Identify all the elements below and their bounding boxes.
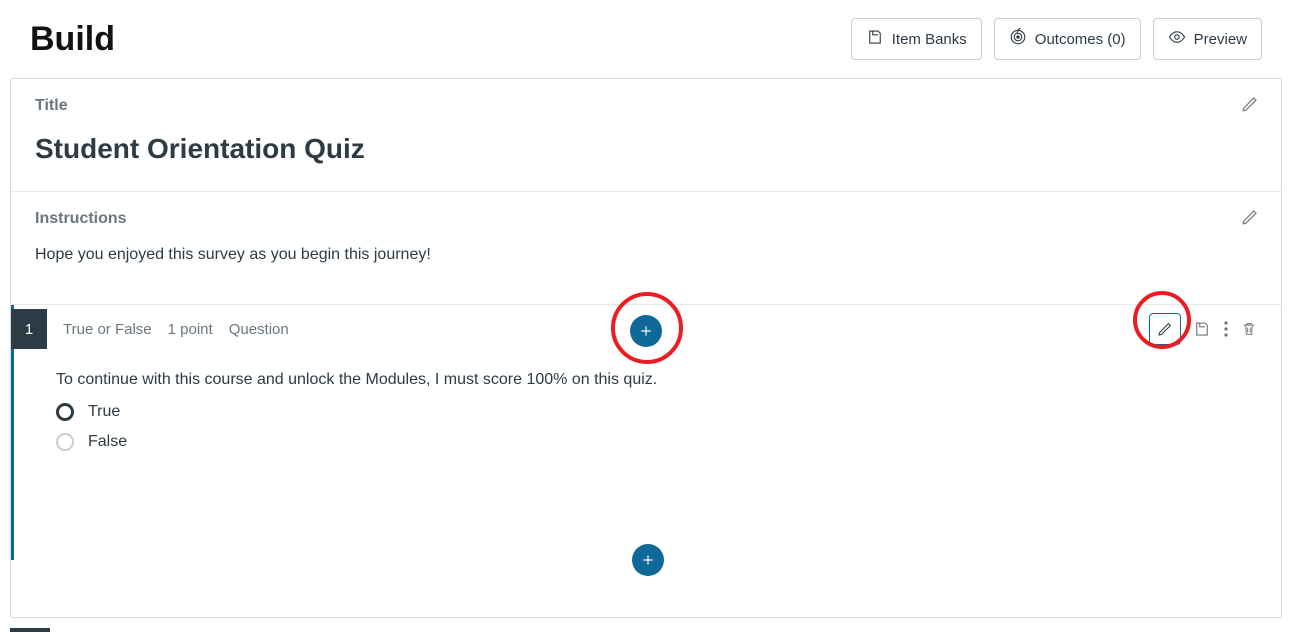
instructions-label: Instructions (35, 210, 1257, 228)
question-prompt: To continue with this course and unlock … (56, 371, 1257, 389)
add-content-button-top[interactable] (630, 315, 662, 347)
question-kind-label: Question (229, 321, 289, 338)
choice-false[interactable]: False (56, 433, 1257, 451)
instructions-text: Hope you enjoyed this survey as you begi… (35, 246, 1257, 264)
choice-true-label: True (88, 403, 120, 421)
eye-icon (1168, 28, 1186, 50)
radio-false[interactable] (56, 433, 74, 451)
edit-instructions-icon[interactable] (1241, 208, 1259, 231)
item-banks-button[interactable]: Item Banks (851, 18, 982, 60)
item-banks-label: Item Banks (892, 31, 967, 48)
preview-button[interactable]: Preview (1153, 18, 1262, 60)
question-toolbar (1149, 313, 1257, 345)
top-bar: Build Item Banks Outcomes (0) Preview (0, 0, 1292, 78)
outcomes-button[interactable]: Outcomes (0) (994, 18, 1141, 60)
quiz-title: Student Orientation Quiz (35, 133, 1257, 165)
choice-false-label: False (88, 433, 127, 451)
radio-true[interactable] (56, 403, 74, 421)
delete-question-icon[interactable] (1241, 320, 1257, 338)
question-number-badge: 1 (11, 309, 47, 349)
title-section[interactable]: Title Student Orientation Quiz (11, 79, 1281, 192)
outcomes-label: Outcomes (0) (1035, 31, 1126, 48)
edit-title-icon[interactable] (1241, 95, 1259, 118)
title-label: Title (35, 97, 1257, 115)
question-points-label: 1 point (168, 321, 213, 338)
item-bank-question-icon[interactable] (1193, 320, 1211, 338)
add-content-button-bottom[interactable] (632, 544, 664, 576)
builder-canvas: Title Student Orientation Quiz Instructi… (10, 78, 1282, 618)
preview-label: Preview (1194, 31, 1247, 48)
question-body: To continue with this course and unlock … (14, 353, 1281, 451)
instructions-section[interactable]: Instructions Hope you enjoyed this surve… (11, 192, 1281, 305)
target-icon (1009, 28, 1027, 50)
page-title: Build (30, 20, 115, 59)
choice-true[interactable]: True (56, 403, 1257, 421)
more-options-icon[interactable] (1223, 320, 1229, 338)
top-actions: Item Banks Outcomes (0) Preview (851, 18, 1262, 60)
question-type-label: True or False (63, 321, 152, 338)
edit-question-button[interactable] (1149, 313, 1181, 345)
item-banks-icon (866, 28, 884, 50)
footer-stub (10, 628, 50, 632)
